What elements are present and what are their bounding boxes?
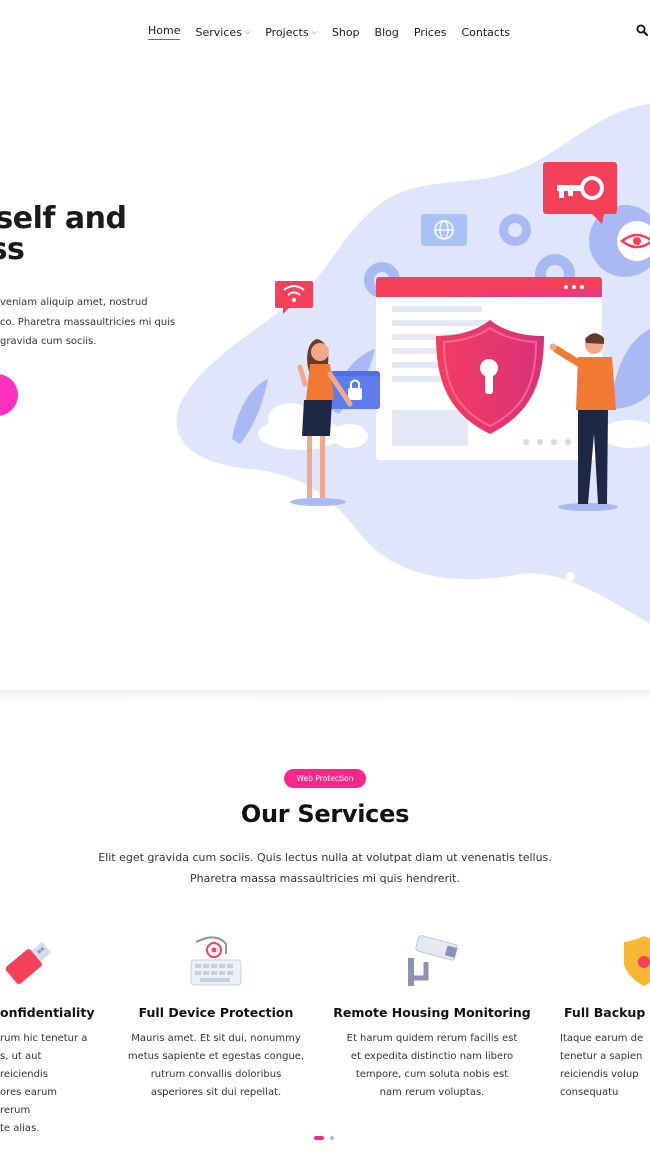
top-navigation: Home Services ⌵ Projects ⌵ Shop Blog Price… (0, 0, 650, 64)
service-card[interactable]: Remote Housing Monitoring Et harum quide… (332, 930, 532, 1102)
slider-dot[interactable] (566, 572, 575, 581)
section-badge: Web Protection (284, 769, 366, 788)
section-divider (0, 690, 650, 702)
keyboard-lock-icon (190, 936, 242, 986)
security-camera-icon (408, 935, 458, 986)
chevron-down-icon: ⌵ (311, 27, 317, 36)
cyber-security-illustration (176, 104, 650, 624)
services-carousel: onfidentiality rum hic tenetur a s, ut a… (0, 930, 650, 1134)
search-icon[interactable] (636, 24, 648, 36)
hero-title: ct yourself and business (0, 201, 127, 267)
pager-dot[interactable] (330, 1136, 334, 1140)
nav-item-contacts[interactable]: Contacts (461, 24, 510, 40)
carousel-pager (314, 1136, 334, 1140)
nav-menu: Home Services ⌵ Projects ⌵ Shop Blog Price… (148, 24, 510, 40)
section-subtitle: Elit eget gravida cum sociis. Quis lectu… (98, 851, 552, 885)
pager-dot-active[interactable] (314, 1136, 324, 1140)
service-card[interactable]: Full Device Protection Mauris amet. Et s… (116, 930, 316, 1102)
usb-lock-icon (5, 941, 52, 985)
service-card[interactable]: Full Backup o Itaque earum de tenetur a … (560, 930, 650, 1102)
nav-item-blog[interactable]: Blog (375, 24, 399, 40)
section-title: Our Services (240, 800, 410, 828)
hero-section: ct yourself and business veniam aliquip … (0, 64, 650, 674)
nav-item-home[interactable]: Home (148, 24, 181, 40)
nav-item-services[interactable]: Services ⌵ (195, 24, 250, 40)
shield-bug-icon (624, 936, 650, 986)
chevron-down-icon: ⌵ (244, 27, 251, 36)
service-card[interactable]: onfidentiality rum hic tenetur a s, ut a… (0, 930, 94, 1138)
nav-item-shop[interactable]: Shop (332, 24, 360, 40)
nav-item-projects[interactable]: Projects ⌵ (265, 24, 317, 40)
hero-description: veniam aliquip amet, nostrud co. Pharetr… (0, 297, 176, 347)
nav-item-prices[interactable]: Prices (414, 24, 447, 40)
